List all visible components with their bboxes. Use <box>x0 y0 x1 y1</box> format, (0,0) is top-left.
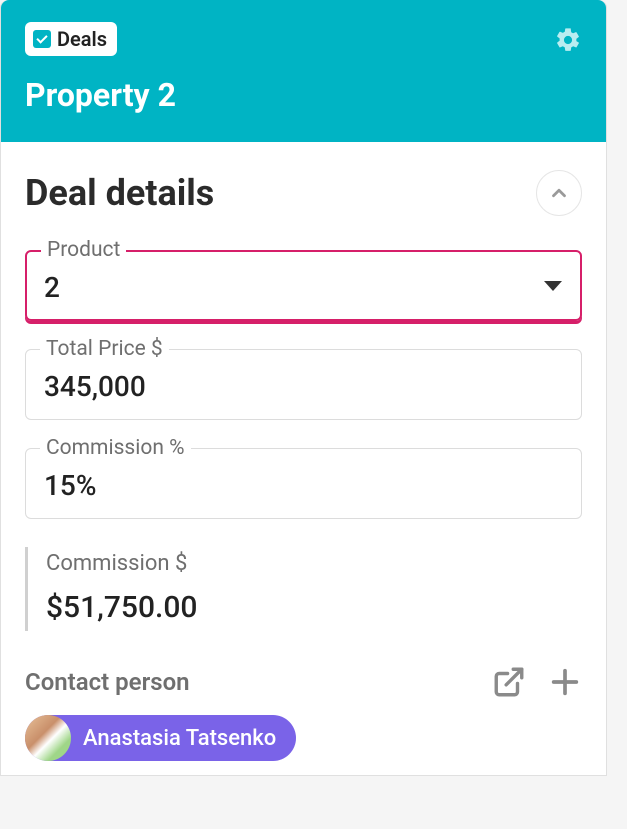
commission-amt-field: Commission $ $51,750.00 <box>25 547 582 631</box>
contact-header: Contact person <box>25 665 582 699</box>
section-header: Deal details <box>25 170 582 216</box>
deals-chip-label: Deals <box>57 27 107 51</box>
product-label: Product <box>41 238 126 262</box>
contact-actions <box>492 665 582 699</box>
deals-icon <box>33 30 51 48</box>
deals-chip[interactable]: Deals <box>25 22 117 56</box>
gear-icon[interactable] <box>554 26 582 54</box>
commission-amt-value: $51,750.00 <box>46 590 582 625</box>
product-field[interactable]: Product 2 <box>25 250 582 321</box>
panel-header: Deals Property 2 <box>1 0 606 142</box>
commission-amt-label: Commission $ <box>46 551 582 576</box>
chevron-up-icon <box>548 182 570 204</box>
contact-name: Anastasia Tatsenko <box>83 726 276 751</box>
commission-pct-label: Commission % <box>40 436 191 460</box>
panel-body: Deal details Product 2 Total Price $ 345… <box>1 142 606 775</box>
plus-icon[interactable] <box>548 665 582 699</box>
avatar <box>25 715 71 761</box>
commission-pct-field[interactable]: Commission % 15% <box>25 448 582 519</box>
product-value: 2 <box>44 271 563 304</box>
contact-chip[interactable]: Anastasia Tatsenko <box>25 715 296 761</box>
open-external-icon[interactable] <box>492 665 526 699</box>
total-price-value: 345,000 <box>44 370 563 403</box>
deal-panel: Deals Property 2 Deal details Product 2 <box>0 0 607 776</box>
total-price-field[interactable]: Total Price $ 345,000 <box>25 349 582 420</box>
chevron-down-icon <box>544 281 562 291</box>
contact-section-label: Contact person <box>25 668 190 696</box>
commission-pct-value: 15% <box>44 469 563 502</box>
section-title: Deal details <box>25 172 214 214</box>
panel-title: Property 2 <box>25 76 582 114</box>
collapse-button[interactable] <box>536 170 582 216</box>
total-price-label: Total Price $ <box>40 337 169 361</box>
